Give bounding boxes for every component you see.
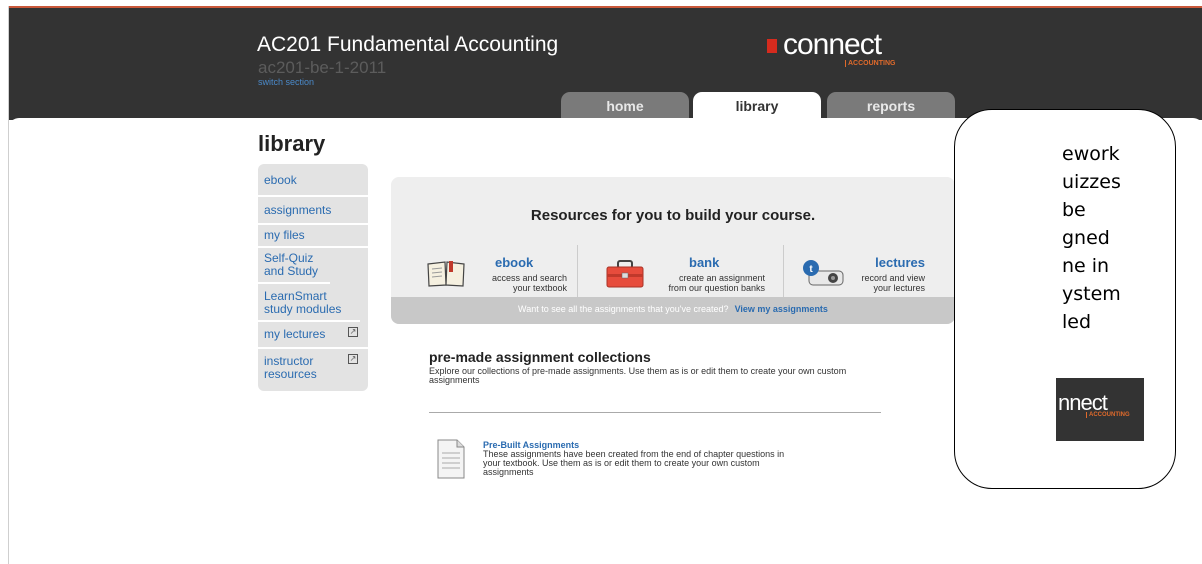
header: AC201 Fundamental Accounting ac201-be-1-… — [9, 6, 1202, 120]
external-link-icon: ↗ — [348, 327, 358, 337]
sidebar-item-my-files[interactable]: my files — [258, 225, 368, 248]
resource-bank[interactable]: bank create an assignment from our questi… — [605, 249, 765, 297]
switch-section-link[interactable]: switch section — [258, 77, 314, 87]
connect-logo: connect ACCOUNTING — [767, 28, 967, 72]
divider — [783, 245, 784, 297]
tab-home[interactable]: home — [561, 92, 689, 120]
divider — [577, 245, 578, 297]
resource-title: ebook — [495, 255, 534, 270]
logo-sub: ACCOUNTING — [845, 60, 895, 67]
sidebar-item-instructor-resources[interactable]: instructor resources ↗ — [258, 349, 368, 389]
sidebar-item-ebook[interactable]: ebook — [258, 166, 368, 197]
resource-desc: access and search your textbook — [491, 273, 567, 293]
resources-footer: Want to see all the assignments that you… — [391, 297, 955, 324]
resource-lectures[interactable]: t lectures record and view your lectures — [801, 249, 925, 297]
sidebar-item-my-lectures[interactable]: my lectures ↗ — [258, 322, 368, 349]
footer-text: Want to see all the assignments that you… — [518, 304, 729, 314]
resource-desc: create an assignment from our question ba… — [668, 273, 765, 293]
book-icon — [427, 261, 465, 287]
tab-library[interactable]: library — [693, 92, 821, 120]
resources-panel: Resources for you to build your course. … — [391, 177, 955, 324]
toolbox-icon — [606, 260, 644, 288]
resource-ebook[interactable]: ebook access and search your textbook — [427, 249, 567, 297]
sidebar-item-learnsmart[interactable]: LearnSmart study modules — [258, 284, 360, 322]
sidebar-item-label: my lectures — [264, 327, 326, 341]
connect-logo: nnect ACCOUNTING — [1056, 378, 1144, 441]
projector-icon: t — [803, 260, 844, 286]
sidebar-item-label: instructor resources — [264, 354, 317, 381]
divider — [429, 412, 881, 413]
course-title: AC201 Fundamental Accounting — [257, 33, 559, 56]
logo-word: connect — [783, 28, 882, 61]
premade-desc: Explore our collections of pre-made assi… — [429, 366, 847, 385]
callout-text: ework uizzes be gned ne in ystem led — [1062, 143, 1121, 333]
document-icon — [437, 439, 465, 479]
sidebar: ebook assignments my files Self-Quiz and… — [258, 164, 368, 391]
resource-title: lectures — [875, 255, 925, 270]
sidebar-item-self-quiz[interactable]: Self-Quiz and Study — [258, 248, 330, 284]
mcgraw-hill-logo-icon — [767, 39, 777, 53]
external-link-icon: ↗ — [348, 354, 358, 364]
resource-desc: record and view your lectures — [861, 273, 925, 293]
resource-title: bank — [689, 255, 720, 270]
tab-reports[interactable]: reports — [827, 92, 955, 120]
logo-sub: ACCOUNTING — [1086, 412, 1130, 418]
premade-title: pre-made assignment collections — [429, 349, 651, 365]
page-title: library — [258, 131, 326, 156]
course-code: ac201-be-1-2011 — [258, 58, 387, 77]
prebuilt-desc: These assignments have been created from… — [483, 449, 785, 477]
view-my-assignments-link[interactable]: View my assignments — [735, 304, 828, 314]
callout-box: ework uizzes be gned ne in ystem led nne… — [954, 109, 1176, 489]
resources-heading: Resources for you to build your course. — [530, 207, 816, 224]
sidebar-item-assignments[interactable]: assignments — [258, 197, 368, 225]
